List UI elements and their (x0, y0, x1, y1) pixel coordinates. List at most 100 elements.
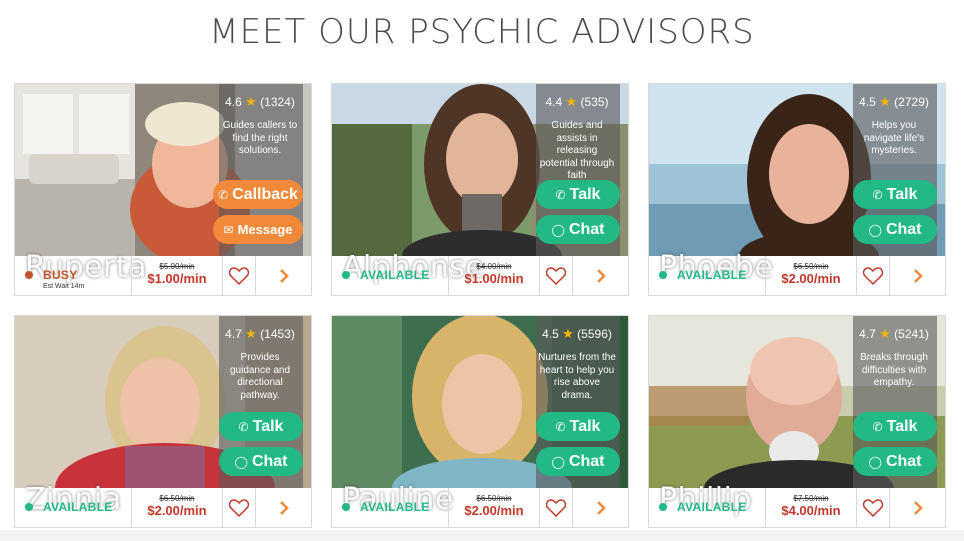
phone-icon: ✆ (218, 187, 229, 202)
message-button[interactable]: ✉ Message (213, 215, 303, 244)
advisor-card-ruperta[interactable]: 4.6 ★ (1324) Guides callers to find the … (14, 83, 312, 296)
heart-icon (546, 498, 566, 517)
status-text: AVAILABLE (360, 500, 430, 514)
phone-icon: ✆ (238, 419, 249, 434)
chat-button[interactable]: ◯ Chat (536, 447, 620, 476)
rating: 4.4 ★ (535) (545, 94, 609, 109)
talk-button[interactable]: ✆ Talk (536, 180, 620, 209)
price: $4.00/min $1.00/min (449, 256, 540, 295)
callback-button[interactable]: ✆ Callback (213, 180, 303, 209)
chat-button[interactable]: ◯ Chat (853, 447, 937, 476)
chat-button[interactable]: ◯ Chat (219, 447, 303, 476)
status-text: AVAILABLE (360, 268, 430, 282)
status-text: AVAILABLE (677, 268, 747, 282)
advisor-card-zinnia[interactable]: 4.7 ★ (1453) Provides guidance and direc… (14, 315, 312, 528)
chat-bubble-icon: ◯ (868, 454, 882, 469)
advisor-description: Provides guidance and directional pathwa… (229, 352, 291, 401)
current-price: $2.00/min (781, 271, 841, 286)
heart-icon (229, 498, 249, 517)
status-dot (342, 503, 350, 511)
status: AVAILABLE (15, 488, 132, 527)
star-icon: ★ (245, 94, 257, 109)
status-text: AVAILABLE (677, 500, 747, 514)
rating: 4.6 ★ (1324) (225, 94, 295, 109)
advisor-card-alphonse[interactable]: 4.4 ★ (535) Guides and assists in releas… (331, 83, 629, 296)
star-icon: ★ (565, 94, 578, 109)
envelope-icon: ✉ (223, 222, 234, 237)
price: $6.50/min $2.00/min (132, 488, 223, 527)
rating: 4.5 ★ (2729) (859, 94, 929, 109)
talk-button[interactable]: ✆ Talk (853, 412, 937, 441)
profile-button[interactable] (573, 256, 628, 295)
advisor-description: Nurtures from the heart to help you rise… (538, 352, 616, 401)
star-icon: ★ (562, 326, 574, 341)
rating: 4.7 ★ (5241) (859, 326, 929, 341)
favorite-button[interactable] (540, 256, 573, 295)
phone-icon: ✆ (555, 419, 566, 434)
rating: 4.5 ★ (5596) (542, 326, 612, 341)
chevron-right-icon (913, 268, 923, 283)
heart-icon (863, 498, 883, 517)
talk-button[interactable]: ✆ Talk (536, 412, 620, 441)
status-dot (659, 503, 667, 511)
advisor-card-pauline[interactable]: 4.5 ★ (5596) Nurtures from the heart to … (331, 315, 629, 528)
star-icon: ★ (245, 326, 257, 341)
old-price: $5.00/min (159, 262, 195, 271)
profile-button[interactable] (573, 488, 628, 527)
profile-button[interactable] (256, 256, 311, 295)
status: AVAILABLE (649, 256, 766, 295)
chat-bubble-icon: ◯ (234, 454, 248, 469)
advisor-description: Guides callers to find the right solutio… (222, 120, 298, 156)
chat-bubble-icon: ◯ (868, 222, 882, 237)
current-price: $2.00/min (147, 503, 207, 518)
talk-button[interactable]: ✆ Talk (853, 180, 937, 209)
talk-button[interactable]: ✆ Talk (219, 412, 303, 441)
status-text: BUSY (43, 268, 78, 282)
chat-button[interactable]: ◯ Chat (536, 215, 620, 244)
heart-icon (546, 266, 566, 285)
favorite-button[interactable] (223, 488, 256, 527)
old-price: $7.50/min (793, 494, 829, 503)
card-footer: AVAILABLE $6.50/min $2.00/min (649, 256, 945, 295)
chevron-right-icon (279, 268, 289, 283)
chevron-right-icon (596, 268, 606, 283)
advisor-card-phillip[interactable]: 4.7 ★ (5241) Breaks through difficulties… (648, 315, 946, 528)
status-text: AVAILABLE (43, 500, 113, 514)
current-price: $1.00/min (464, 271, 524, 286)
old-price: $6.50/min (159, 494, 195, 503)
phone-icon: ✆ (872, 419, 883, 434)
star-icon: ★ (879, 94, 891, 109)
phone-icon: ✆ (872, 187, 883, 202)
favorite-button[interactable] (857, 256, 890, 295)
old-price: $6.50/min (793, 262, 829, 271)
card-footer: AVAILABLE $7.50/min $4.00/min (649, 488, 945, 527)
rating: 4.7 ★ (1453) (225, 326, 295, 341)
card-footer: AVAILABLE $6.50/min $2.00/min (15, 488, 311, 527)
current-price: $1.00/min (147, 271, 207, 286)
price: $6.50/min $2.00/min (449, 488, 540, 527)
heart-icon (229, 266, 249, 285)
phone-icon: ✆ (555, 187, 566, 202)
status: BUSY Est Wait 14m (15, 256, 132, 295)
status-dot (25, 271, 33, 279)
profile-button[interactable] (890, 256, 945, 295)
profile-button[interactable] (256, 488, 311, 527)
favorite-button[interactable] (540, 488, 573, 527)
status: AVAILABLE (332, 256, 449, 295)
price: $5.00/min $1.00/min (132, 256, 223, 295)
wait-time: Est Wait 14m (43, 283, 85, 290)
card-footer: AVAILABLE $4.00/min $1.00/min (332, 256, 628, 295)
chat-button[interactable]: ◯ Chat (853, 215, 937, 244)
advisor-card-phoebe[interactable]: 4.5 ★ (2729) Helps you navigate life's m… (648, 83, 946, 296)
profile-button[interactable] (890, 488, 945, 527)
status-dot (25, 503, 33, 511)
chat-bubble-icon: ◯ (551, 222, 565, 237)
card-footer: BUSY Est Wait 14m $5.00/min $1.00/min (15, 256, 311, 295)
favorite-button[interactable] (857, 488, 890, 527)
chevron-right-icon (913, 500, 923, 515)
favorite-button[interactable] (223, 256, 256, 295)
card-footer: AVAILABLE $6.50/min $2.00/min (332, 488, 628, 527)
status-dot (659, 271, 667, 279)
advisor-description: Guides and assists in releasing potentia… (539, 120, 615, 178)
chat-bubble-icon: ◯ (551, 454, 565, 469)
